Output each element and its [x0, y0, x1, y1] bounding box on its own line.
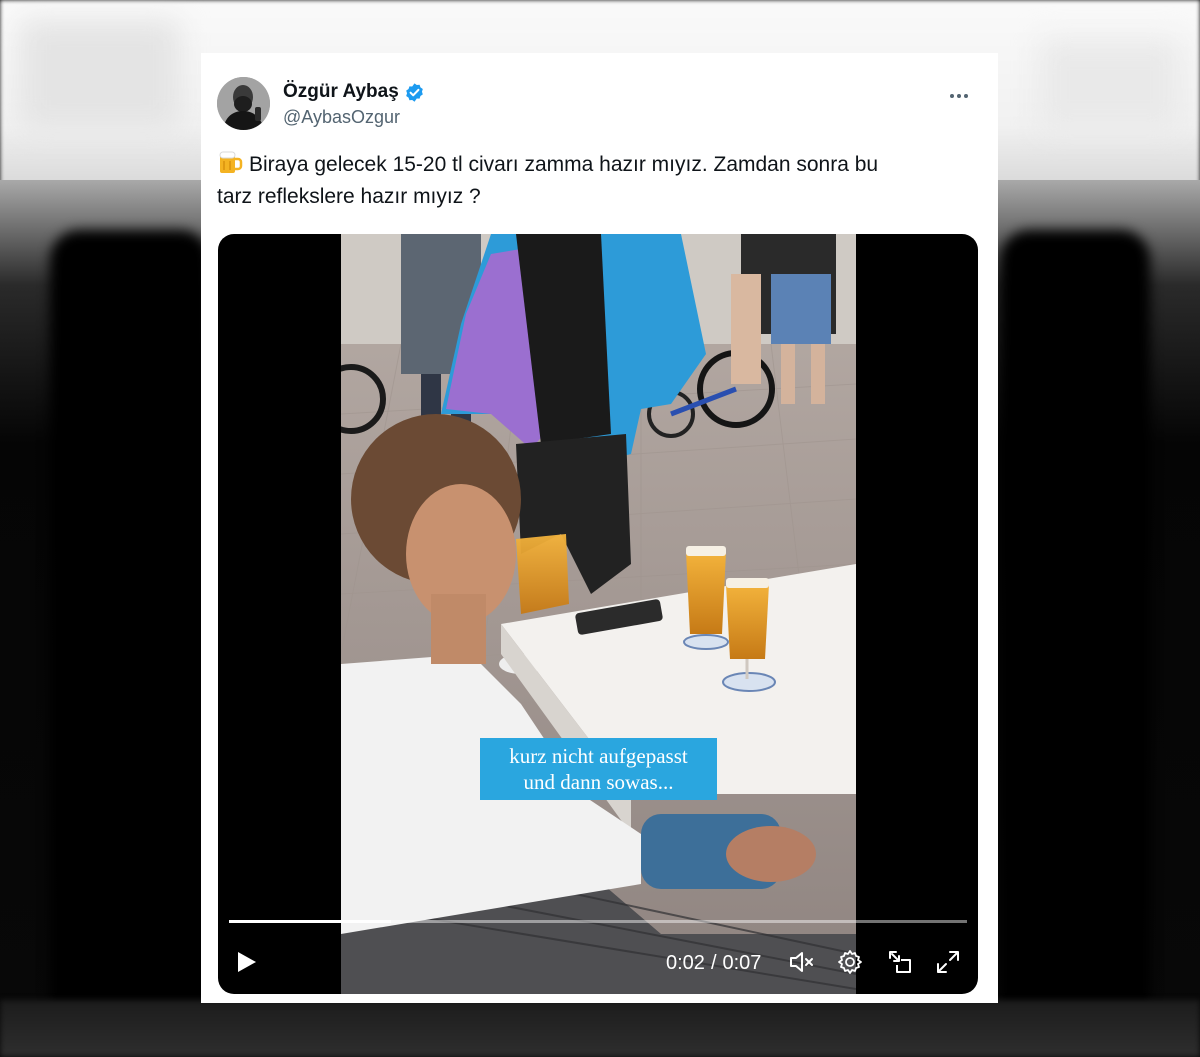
video-controls: 0:02 / 0:07: [218, 942, 978, 982]
video-frame[interactable]: [341, 234, 856, 994]
settings-button[interactable]: [832, 944, 868, 980]
author-name-row: Özgür Aybaş: [283, 79, 425, 105]
author-handle[interactable]: @AybasOzgur: [283, 107, 400, 128]
video-duration: 0:07: [722, 952, 762, 974]
fullscreen-button[interactable]: [930, 944, 966, 980]
mute-button[interactable]: [784, 944, 820, 980]
gear-icon: [838, 950, 862, 974]
play-icon: [238, 952, 256, 972]
video-current-time: 0:02: [666, 952, 705, 974]
blurred-top-right-shape: [1040, 40, 1180, 130]
avatar[interactable]: [217, 77, 270, 130]
video-caption-line-1: kurz nicht aufgepasst: [509, 744, 688, 768]
tweet-text-line-1: Biraya gelecek 15-20 tl civarı zamma haz…: [217, 149, 977, 181]
tweet-text: Biraya gelecek 15-20 tl civarı zamma haz…: [217, 149, 977, 213]
more-horizontal-icon: [950, 94, 968, 98]
play-button[interactable]: [232, 942, 262, 982]
more-options-button[interactable]: [942, 79, 976, 113]
tweet-text-line-1-content: Biraya gelecek 15-20 tl civarı zamma haz…: [249, 153, 879, 176]
picture-in-picture-icon: [889, 951, 911, 973]
muted-speaker-icon: [790, 952, 813, 972]
blurred-right-panel: [1000, 230, 1150, 1020]
video-player[interactable]: kurz nicht aufgepasst und dann sowas... …: [218, 234, 978, 994]
tweet-header: Özgür Aybaş @AybasOzgur: [217, 77, 982, 133]
avatar-photo-icon: [217, 77, 270, 130]
picture-in-picture-button[interactable]: [882, 944, 918, 980]
video-caption-line-2: und dann sowas...: [523, 770, 674, 794]
video-caption: kurz nicht aufgepasst und dann sowas...: [480, 738, 717, 800]
video-time: 0:02 / 0:07: [666, 952, 761, 975]
video-progress-bar[interactable]: [229, 920, 967, 923]
video-time-separator: /: [710, 952, 717, 974]
expand-icon: [937, 951, 959, 973]
author-display-name[interactable]: Özgür Aybaş: [283, 81, 399, 103]
blurred-left-panel: [50, 230, 210, 1020]
verified-badge-icon: [405, 82, 423, 102]
blurred-bottom-strip: [0, 1000, 1200, 1057]
blurred-top-left-shape: [20, 20, 180, 130]
video-progress-fill: [229, 920, 392, 923]
beer-mug-icon: [219, 151, 243, 173]
video-scene-image: [341, 234, 856, 994]
tweet-card: Özgür Aybaş @AybasOzgur Biraya gelecek 1…: [201, 53, 998, 1003]
tweet-text-line-2: tarz reflekslere hazır mıyız ?: [217, 185, 481, 208]
